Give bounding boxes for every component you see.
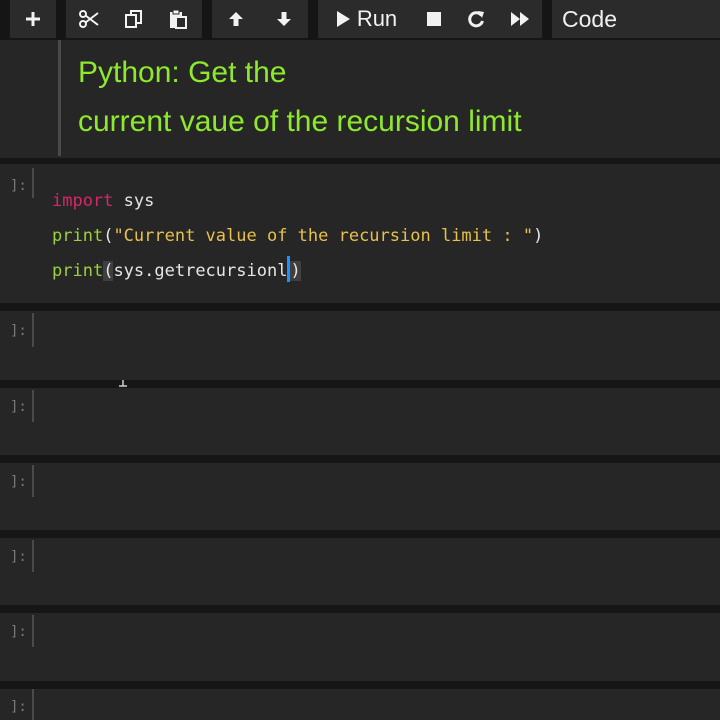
code-editor[interactable]: import sys print("Current value of the re… [52, 184, 543, 289]
arrow-down-icon[interactable] [260, 0, 308, 38]
code-line: print(sys.getrecursionl) [52, 254, 543, 289]
cell-left-border [32, 313, 34, 347]
fast-forward-icon[interactable] [498, 0, 542, 38]
code-token: ( [103, 261, 114, 281]
code-token: ) [533, 226, 544, 246]
cell-prompt: ]: [10, 699, 27, 715]
cell-separator [0, 605, 720, 613]
paste-icon[interactable] [156, 0, 200, 38]
cell-left-border [58, 40, 61, 156]
code-line: print("Current value of the recursion li… [52, 219, 543, 254]
cell-left-border [32, 540, 34, 572]
code-cell-active[interactable]: ]: import sys print("Current value of the… [0, 164, 720, 387]
arrow-up-icon[interactable] [212, 0, 260, 38]
cell-left-border [32, 465, 34, 497]
code-token: "Current value of the recursion limit : … [113, 226, 534, 246]
code-token: import [52, 191, 114, 211]
code-cell[interactable]: ]: [0, 689, 720, 720]
run-button[interactable]: Run [318, 0, 414, 38]
markdown-heading: Python: Get the current vaue of the recu… [78, 48, 522, 146]
code-cell[interactable]: ]: [0, 613, 720, 681]
code-cell[interactable]: ]: [0, 538, 720, 605]
notebook-page: Run Code Python: Get the current vaue of… [0, 0, 720, 720]
cell-left-border [32, 615, 34, 647]
cell-prompt: ]: [10, 474, 27, 490]
code-token: print [52, 261, 104, 281]
stop-icon[interactable] [414, 0, 454, 38]
cell-left-border [32, 689, 34, 720]
code-token: ) [290, 261, 301, 281]
toolbar-group-insert [10, 0, 56, 38]
heading-line-2: current vaue of the recursion limit [78, 105, 522, 138]
cell-separator [0, 530, 720, 538]
code-line: import sys [52, 184, 543, 219]
restart-icon[interactable] [454, 0, 498, 38]
toolbar-group-run: Run [318, 0, 542, 38]
cell-prompt: ]: [10, 549, 27, 565]
code-cell[interactable]: ]: [0, 388, 720, 455]
toolbar: Run Code [0, 0, 720, 40]
plus-icon[interactable] [10, 0, 56, 38]
code-cell[interactable]: ]: [0, 311, 720, 380]
scissors-icon[interactable] [66, 0, 112, 38]
run-label: Run [356, 6, 398, 31]
code-token: sys.getrecursionl [113, 261, 288, 281]
cell-prompt: ]: [10, 178, 27, 194]
cell-separator [0, 380, 720, 388]
cell-prompt: ]: [10, 323, 27, 339]
play-icon [336, 11, 350, 27]
heading-line-1: Python: Get the [78, 56, 287, 89]
cell-type-select[interactable]: Code [552, 0, 720, 38]
cell-left-border [32, 390, 34, 422]
cell-separator [0, 455, 720, 463]
copy-icon[interactable] [112, 0, 156, 38]
toolbar-group-move [212, 0, 308, 38]
code-token: sys [113, 191, 155, 211]
code-token: print [52, 226, 104, 246]
cell-separator [0, 303, 720, 311]
markdown-cell[interactable]: Python: Get the current vaue of the recu… [0, 40, 720, 158]
code-token: ( [103, 226, 114, 246]
code-cell[interactable]: ]: [0, 463, 720, 530]
toolbar-group-edit [66, 0, 202, 38]
cell-prompt: ]: [10, 399, 27, 415]
cell-prompt: ]: [10, 624, 27, 640]
cell-separator [0, 681, 720, 689]
cell-left-border [32, 168, 34, 198]
